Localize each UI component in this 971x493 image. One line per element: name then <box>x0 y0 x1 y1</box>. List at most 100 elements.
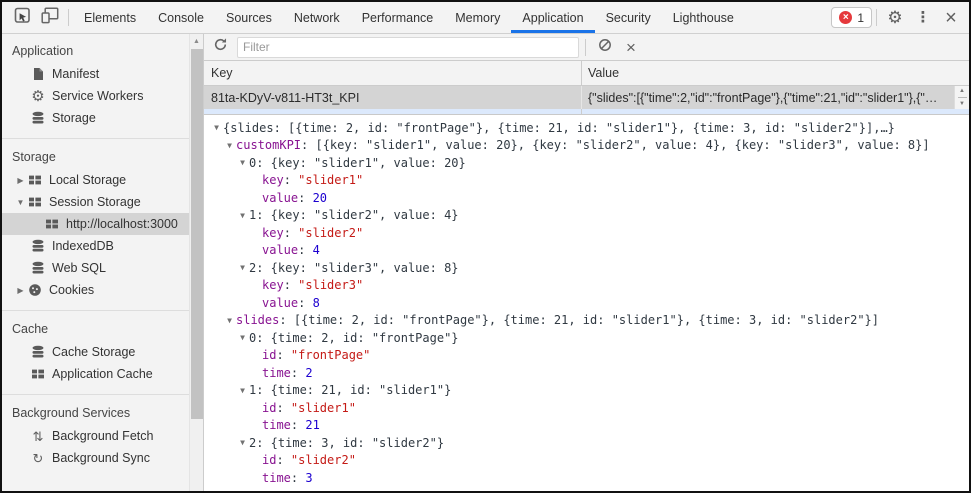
scroll-up-icon[interactable]: ▲ <box>190 34 203 48</box>
sidebar-item-label: IndexedDB <box>52 239 114 253</box>
tree-text: : <box>298 243 313 258</box>
sidebar-item-cache-storage[interactable]: Cache Storage <box>2 341 189 363</box>
tree-number-value: 2 <box>305 365 313 380</box>
tree-text: : <box>290 365 306 380</box>
sidebar-item-label: Cache Storage <box>52 345 136 359</box>
tree-text: : <box>301 138 316 153</box>
settings-button[interactable]: ⚙ <box>881 4 909 32</box>
tab-security[interactable]: Security <box>595 2 662 33</box>
divider <box>204 109 582 114</box>
json-tree: ▼ {slides: [{time: 2, id: "frontPage"}, {… <box>204 115 969 491</box>
tab-application[interactable]: Application <box>511 2 595 33</box>
scroll-down-icon[interactable]: ▼ <box>959 101 965 107</box>
chevron-right-icon[interactable]: ▶ <box>14 176 27 185</box>
chevron-right-icon[interactable]: ▶ <box>14 286 27 295</box>
chevron-down-icon[interactable]: ▼ <box>14 198 27 207</box>
sidebar-item-label: Manifest <box>52 67 100 81</box>
tab-lighthouse[interactable]: Lighthouse <box>662 2 745 33</box>
tab-elements[interactable]: Elements <box>73 2 147 33</box>
column-header-value[interactable]: Value <box>582 61 969 85</box>
scroll-up-icon[interactable]: ▲ <box>959 88 965 94</box>
tab-sources[interactable]: Sources <box>215 2 283 33</box>
database-icon <box>30 344 46 360</box>
clear-all-button[interactable] <box>592 35 618 59</box>
column-header-key[interactable]: Key <box>204 61 582 85</box>
divider <box>2 394 203 395</box>
tab-memory[interactable]: Memory <box>444 2 511 33</box>
devtools-content: Application Manifest ⚙ Service Workers Stora… <box>2 34 969 491</box>
tree-string-value: "frontPage" <box>290 348 371 363</box>
tree-property-name: customKPI <box>236 138 302 153</box>
device-toolbar-icon <box>41 6 59 29</box>
expander-icon[interactable]: ▼ <box>210 123 223 132</box>
sidebar-item-label: Service Workers <box>52 89 144 103</box>
sidebar-item-storage[interactable]: Storage <box>2 107 189 129</box>
sidebar-scrollbar[interactable]: ▲ <box>189 34 203 491</box>
tree-line: ▼ 2: {time: 3, id: "slider2"} <box>207 434 969 452</box>
expander-icon[interactable]: ▼ <box>236 438 249 447</box>
inspect-element-button[interactable] <box>8 4 36 32</box>
expander-icon[interactable]: ▼ <box>236 211 249 220</box>
tab-console[interactable]: Console <box>147 2 215 33</box>
sidebar-item-http-localhost-3000[interactable]: http://localhost:3000 <box>2 213 189 235</box>
tree-text: : <box>279 313 294 328</box>
delete-selected-button[interactable]: × <box>618 35 644 59</box>
fetch-icon: ⇅ <box>32 428 44 444</box>
sidebar-item-session-storage[interactable]: ▼ Session Storage <box>2 191 189 213</box>
sidebar-item-label: Cookies <box>49 283 95 297</box>
close-icon: × <box>945 6 957 29</box>
expander-icon[interactable]: ▼ <box>236 158 249 167</box>
sidebar-item-local-storage[interactable]: ▶ Local Storage <box>2 169 189 191</box>
sidebar-item-background-sync[interactable]: ↻ Background Sync <box>2 447 189 469</box>
sidebar-item-manifest[interactable]: Manifest <box>2 63 189 85</box>
more-options-button[interactable]: ⋮ <box>909 4 937 32</box>
row-scrollbar[interactable]: ▲ ▼ <box>954 86 969 109</box>
expander-icon[interactable]: ▼ <box>223 141 236 150</box>
tree-property-name: key <box>262 278 284 293</box>
database-icon <box>30 110 46 126</box>
tree-text: [{key: "slider1", value: 20}, {key: "sli… <box>315 138 930 153</box>
filter-input[interactable] <box>237 36 579 58</box>
divider <box>2 310 203 311</box>
tree-property-name: value <box>262 295 299 310</box>
sidebar-item-cookies[interactable]: ▶ Cookies <box>2 279 189 301</box>
tree-line: value: 8 <box>207 294 969 312</box>
sidebar-item-service-workers[interactable]: ⚙ Service Workers <box>2 85 189 107</box>
table-icon <box>44 216 60 232</box>
tab-performance[interactable]: Performance <box>351 2 445 33</box>
tree-property-name: key <box>262 173 284 188</box>
tree-line: ▼ slides: [{time: 2, id: "frontPage"}, {t… <box>207 312 969 330</box>
expander-icon[interactable]: ▼ <box>223 316 236 325</box>
error-count: 1 <box>857 10 864 25</box>
sidebar-item-web-sql[interactable]: Web SQL <box>2 257 189 279</box>
divider <box>2 138 203 139</box>
close-devtools-button[interactable]: × <box>937 4 965 32</box>
tree-line: id: "slider1" <box>207 399 969 417</box>
storage-table-row[interactable]: 81ta-KDyV-v811-HT3t_KPI {"slides":[{"tim… <box>204 86 969 109</box>
tab-network[interactable]: Network <box>283 2 351 33</box>
sidebar-item-label: Background Sync <box>52 451 150 465</box>
sidebar-item-application-cache[interactable]: Application Cache <box>2 363 189 385</box>
tree-property-name: id <box>262 348 277 363</box>
tab-strip: Elements Console Sources Network Performance… <box>73 2 745 33</box>
error-badge[interactable]: × 1 <box>831 7 872 28</box>
scrollbar-thumb[interactable] <box>191 49 203 419</box>
expander-icon[interactable]: ▼ <box>236 263 249 272</box>
refresh-button[interactable] <box>207 35 233 59</box>
tree-property-name: value <box>262 190 299 205</box>
tree-text: : <box>276 400 291 415</box>
sidebar-item-indexeddb[interactable]: IndexedDB <box>2 235 189 257</box>
expander-icon[interactable]: ▼ <box>236 386 249 395</box>
expander-icon[interactable]: ▼ <box>236 333 249 342</box>
tree-text: 2: {key: "slider3", value: 8} <box>249 260 459 275</box>
tree-property-name: id <box>262 453 277 468</box>
device-toolbar-button[interactable] <box>36 4 64 32</box>
tree-string-value: "slider2" <box>290 453 356 468</box>
tree-property-name: time <box>262 470 291 485</box>
tree-text: : <box>283 225 299 240</box>
sidebar-item-background-fetch[interactable]: ⇅ Background Fetch <box>2 425 189 447</box>
error-icon: × <box>839 11 853 24</box>
tree-text: 1: {time: 21, id: "slider1"} <box>249 383 452 398</box>
tree-line: ▼ 0: {key: "slider1", value: 20} <box>207 154 969 172</box>
sync-icon: ↻ <box>32 450 44 466</box>
